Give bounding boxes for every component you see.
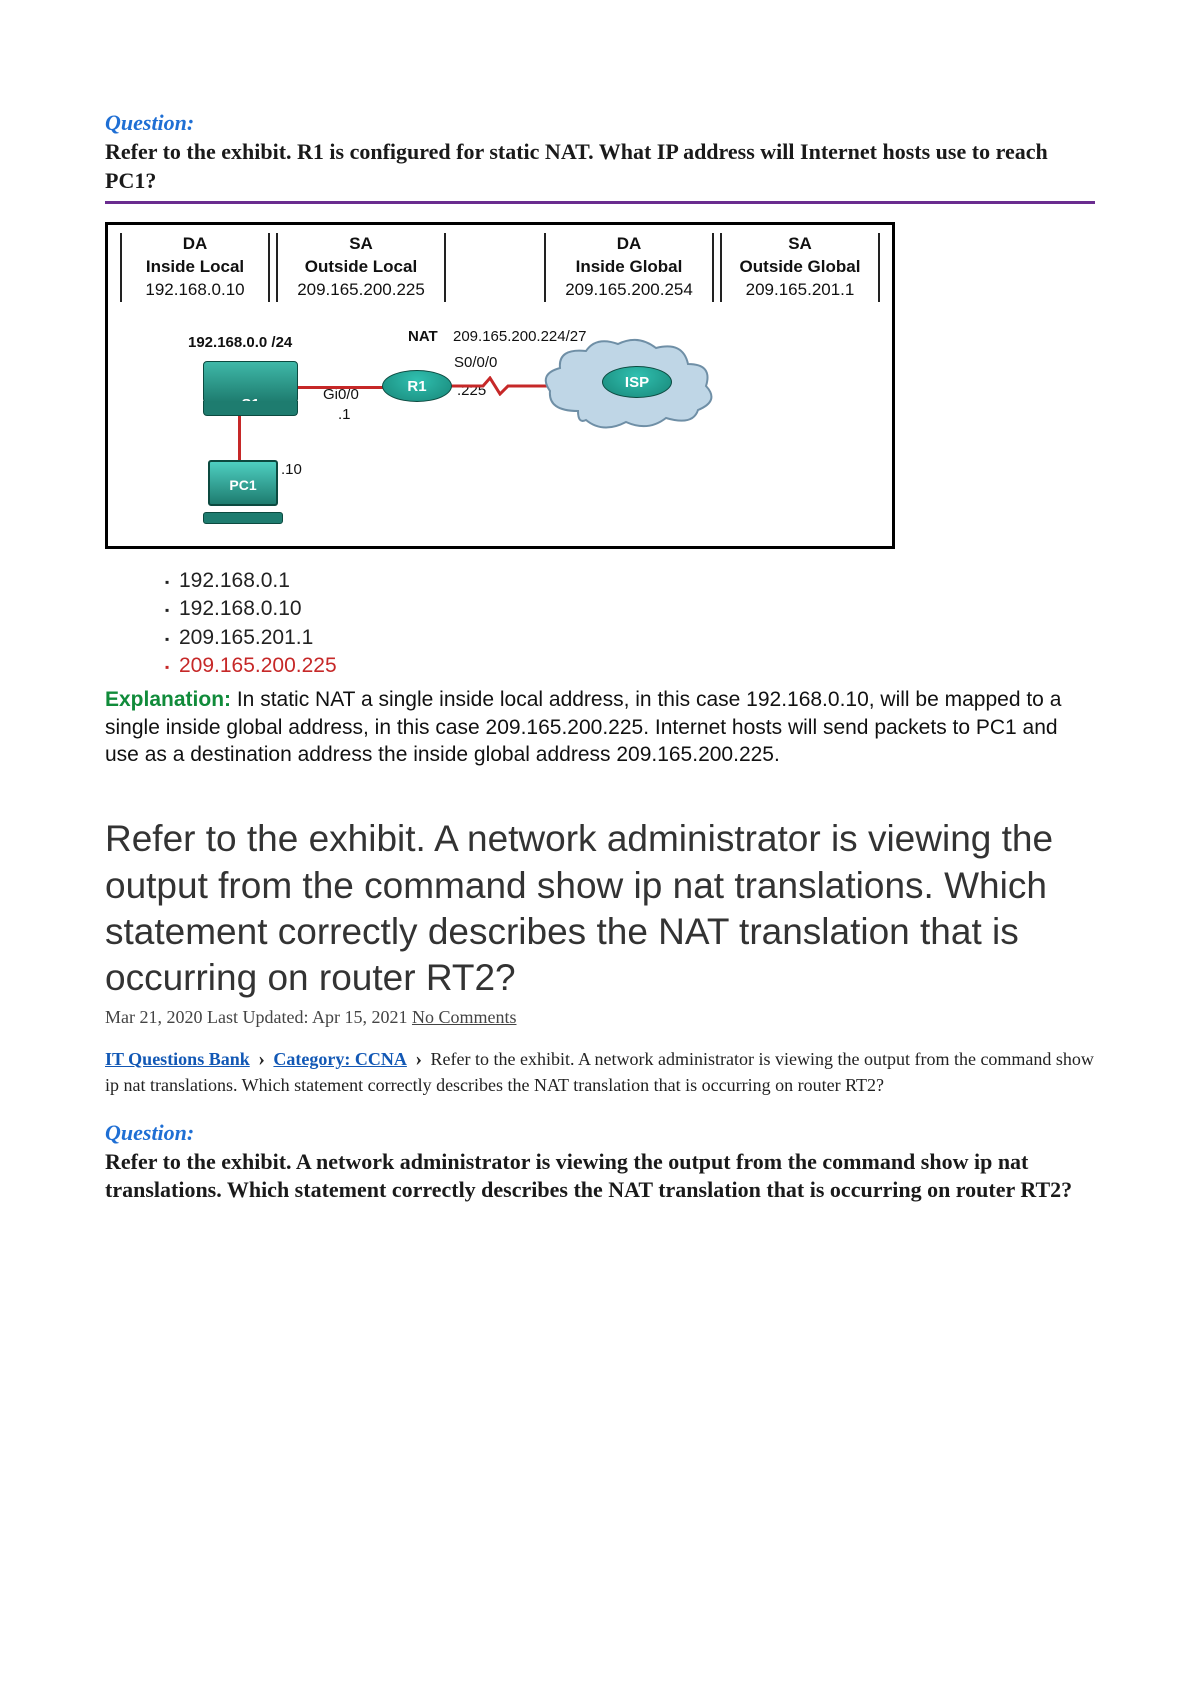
cell-sa-local: SA Outside Local 209.165.200.225	[276, 233, 446, 302]
question-text: Refer to the exhibit. A network administ…	[105, 1148, 1095, 1211]
breadcrumb-current: Refer to the exhibit. A network administ…	[105, 1049, 1094, 1095]
explanation-block: Explanation: In static NAT a single insi…	[105, 686, 1095, 768]
label-nat: NAT	[408, 328, 438, 345]
cell-da-global: DA Inside Global 209.165.200.254	[544, 233, 714, 302]
article-title: Refer to the exhibit. A network administ…	[105, 816, 1095, 1001]
answer-option-correct: 209.165.200.225	[165, 652, 1095, 680]
comments-link[interactable]: No Comments	[412, 1007, 517, 1027]
post-date: Mar 21, 2020	[105, 1007, 203, 1027]
cell-da-local: DA Inside Local 192.168.0.10	[120, 233, 270, 302]
breadcrumb: IT Questions Bank › Category: CCNA › Ref…	[105, 1046, 1095, 1097]
nat-table: DA Inside Local 192.168.0.10 SA Outside …	[108, 225, 892, 306]
question-label: Question:	[105, 1120, 1095, 1146]
switch-s1: S1	[203, 361, 298, 403]
post-meta: Mar 21, 2020 Last Updated: Apr 15, 2021 …	[105, 1007, 1095, 1028]
explanation-text: In static NAT a single inside local addr…	[105, 688, 1061, 766]
label-dot1: .1	[338, 406, 351, 423]
breadcrumb-link-category[interactable]: Category: CCNA	[273, 1049, 406, 1069]
label-s000: S0/0/0	[454, 354, 497, 371]
chevron-icon: ›	[415, 1048, 422, 1070]
cell-sa-global: SA Outside Global 209.165.201.1	[720, 233, 880, 302]
explanation-label: Explanation:	[105, 688, 231, 711]
router-isp: ISP	[602, 366, 672, 398]
pc-pc1: PC1	[208, 460, 278, 516]
breadcrumb-link-bank[interactable]: IT Questions Bank	[105, 1049, 250, 1069]
answer-list: 192.168.0.1 192.168.0.10 209.165.201.1 2…	[105, 567, 1095, 680]
label-dot10: .10	[281, 461, 302, 478]
topology-canvas: 192.168.0.0 /24 NAT 209.165.200.224/27 S…	[108, 306, 892, 536]
router-r1: R1	[382, 370, 452, 402]
label-inside-net: 192.168.0.0 /24	[188, 334, 292, 351]
answer-option: 192.168.0.1	[165, 567, 1095, 595]
update-date: Last Updated: Apr 15, 2021	[203, 1007, 412, 1027]
question-text: Refer to the exhibit. R1 is configured f…	[105, 138, 1095, 204]
chevron-icon: ›	[258, 1048, 265, 1070]
exhibit-diagram: DA Inside Local 192.168.0.10 SA Outside …	[105, 222, 895, 549]
answer-option: 192.168.0.10	[165, 595, 1095, 623]
answer-option: 209.165.201.1	[165, 624, 1095, 652]
question-label: Question:	[105, 110, 1095, 136]
